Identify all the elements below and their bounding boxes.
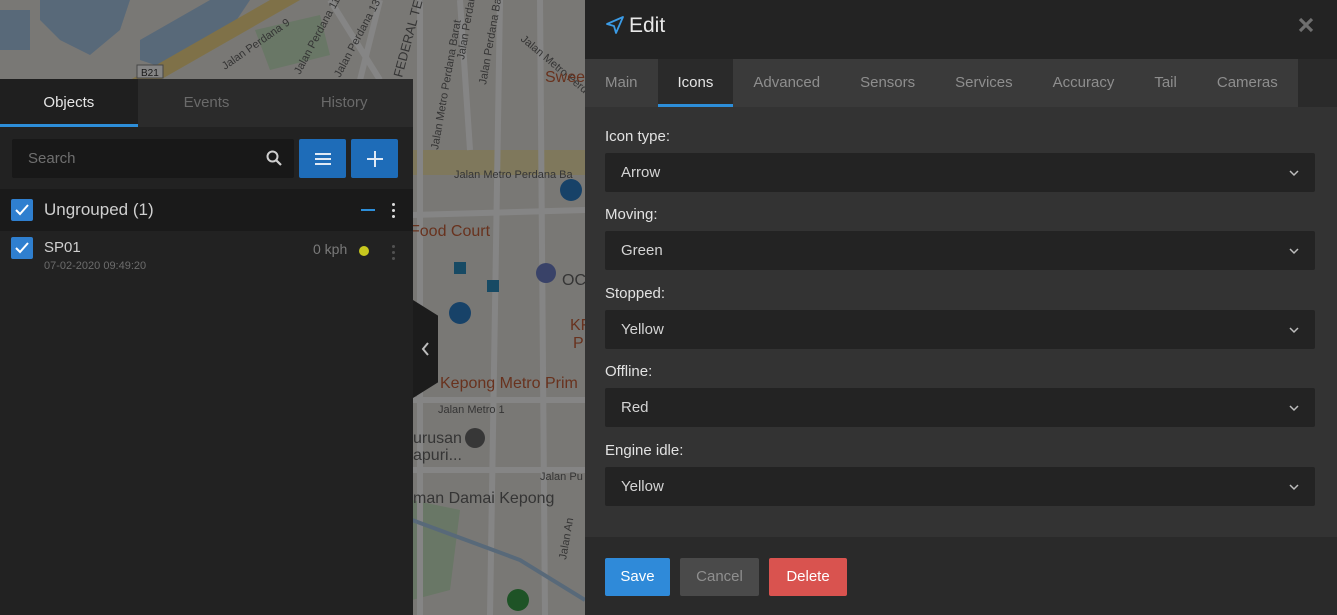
check-icon [15,204,29,216]
chevron-down-icon [1289,327,1299,334]
add-object-button[interactable] [351,139,398,178]
tab-main[interactable]: Main [585,59,658,107]
chevron-down-icon [1289,405,1299,412]
tab-accuracy[interactable]: Accuracy [1033,59,1135,107]
more-vertical-icon[interactable] [392,245,396,263]
object-checkbox[interactable] [11,237,33,259]
moving-color-select[interactable]: Green [605,231,1315,270]
group-label: Ungrouped (1) [44,200,154,219]
group-checkbox[interactable] [11,199,33,221]
dialog-title: Edit [629,14,666,37]
objects-panel: Objects Events History Search Ungrouped … [0,79,413,615]
edit-header: Edit [585,0,1337,59]
icon-type-label: Icon type: [605,128,671,145]
object-speed: 0 kph [313,241,348,257]
list-icon [314,152,331,165]
select-value: Red [621,399,649,416]
tab-services[interactable]: Services [935,59,1033,107]
status-indicator [359,246,369,256]
list-view-button[interactable] [299,139,346,178]
object-row[interactable]: SP01 07-02-2020 09:49:20 0 kph [0,231,413,277]
chevron-down-icon [1289,484,1299,491]
close-icon[interactable] [1297,16,1315,34]
engine-idle-label: Engine idle: [605,442,684,459]
group-row[interactable]: Ungrouped (1) [0,189,413,231]
icons-form: Icon type: Arrow Moving: Green Stopped: … [585,107,1337,537]
check-icon [15,242,29,254]
tabs-spacer [1298,59,1337,107]
tab-events[interactable]: Events [138,79,276,127]
stopped-label: Stopped: [605,285,666,302]
edit-dialog: Edit Main Icons Advanced Sensors Service… [585,0,1337,615]
stopped-color-select[interactable]: Yellow [605,310,1315,349]
tab-tail[interactable]: Tail [1134,59,1197,107]
tab-cameras[interactable]: Cameras [1197,59,1298,107]
delete-button[interactable]: Delete [769,558,847,596]
collapse-panel-handle[interactable] [413,300,438,398]
plus-icon [366,150,383,167]
select-value: Green [621,242,663,259]
navigation-arrow-icon [606,16,624,34]
object-name: SP01 [44,239,81,256]
chevron-down-icon [1289,248,1299,255]
edit-tabs: Main Icons Advanced Sensors Services Acc… [585,59,1298,107]
icon-type-select[interactable]: Arrow [605,153,1315,192]
tab-advanced[interactable]: Advanced [733,59,840,107]
tab-history[interactable]: History [275,79,413,127]
search-icon[interactable] [266,150,282,166]
left-tabs: Objects Events History [0,79,413,127]
collapse-group-button[interactable] [361,209,375,211]
tab-icons[interactable]: Icons [657,59,734,107]
chevron-down-icon [1289,170,1299,177]
select-value: Arrow [621,164,661,181]
select-value: Yellow [621,478,664,495]
engine-idle-color-select[interactable]: Yellow [605,467,1315,506]
cancel-button[interactable]: Cancel [680,558,759,596]
select-value: Yellow [621,321,664,338]
chevron-left-icon [421,342,429,356]
offline-color-select[interactable]: Red [605,388,1315,427]
object-timestamp: 07-02-2020 09:49:20 [44,260,147,272]
more-vertical-icon[interactable] [392,203,396,221]
tab-sensors[interactable]: Sensors [840,59,935,107]
tab-objects[interactable]: Objects [0,79,138,127]
search-input[interactable] [12,139,252,178]
search-box [12,139,294,178]
offline-label: Offline: [605,363,653,380]
moving-label: Moving: [605,206,658,223]
dialog-footer: Save Cancel Delete [585,537,1337,615]
save-button[interactable]: Save [605,558,670,596]
search-row [12,139,399,179]
